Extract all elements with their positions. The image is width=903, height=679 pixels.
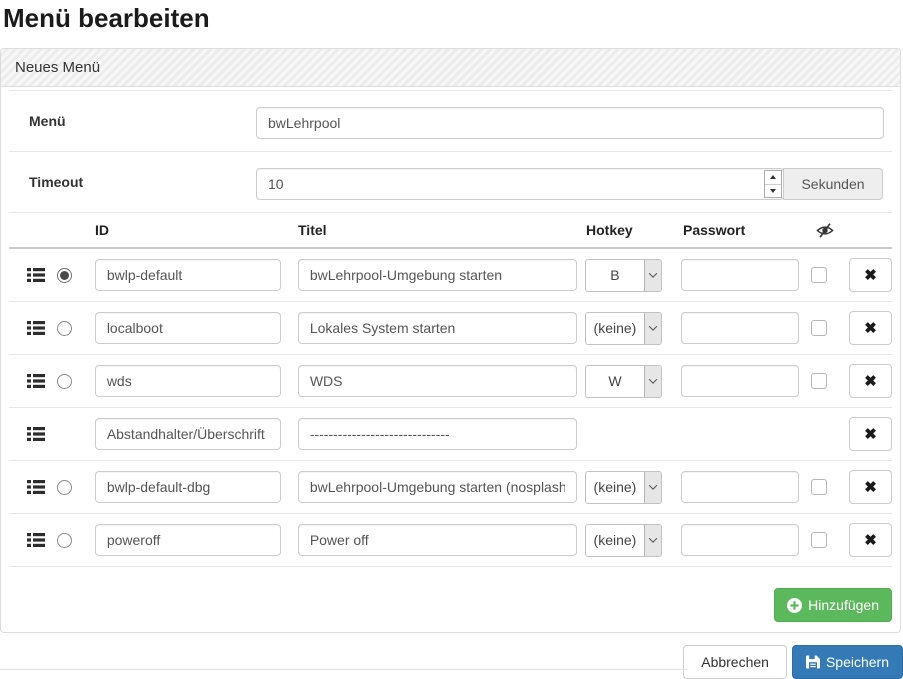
entry-hotkey-select[interactable]: (keine) bbox=[585, 312, 663, 345]
drag-handle-icon[interactable] bbox=[9, 427, 45, 441]
spinner-down-icon[interactable] bbox=[765, 185, 781, 198]
drag-handle-icon[interactable] bbox=[9, 374, 45, 388]
entry-hotkey-select[interactable]: (keine) bbox=[585, 524, 663, 557]
entry-password-input[interactable] bbox=[681, 471, 799, 503]
chevron-down-icon bbox=[644, 366, 661, 397]
delete-x-icon: ✖ bbox=[864, 531, 877, 549]
entry-hidden-checkbox[interactable] bbox=[811, 532, 827, 548]
entry-hidden-checkbox[interactable] bbox=[811, 479, 827, 495]
drag-handle-icon[interactable] bbox=[9, 268, 45, 282]
add-entry-button[interactable]: Hinzufügen bbox=[774, 588, 892, 622]
timeout-input-group bbox=[256, 168, 784, 200]
entry-title-input[interactable] bbox=[298, 365, 577, 397]
plus-circle-icon bbox=[787, 598, 802, 613]
entry-hotkey-select[interactable]: (keine) bbox=[585, 471, 663, 504]
default-entry-radio[interactable] bbox=[57, 374, 72, 389]
table-row: B ✖ bbox=[9, 249, 892, 302]
entry-title-input[interactable] bbox=[298, 524, 577, 556]
timeout-label: Timeout bbox=[9, 168, 256, 200]
delete-entry-button[interactable]: ✖ bbox=[849, 417, 892, 451]
delete-entry-button[interactable]: ✖ bbox=[849, 258, 892, 292]
spinner-up-icon[interactable] bbox=[765, 171, 781, 185]
panel-heading: Neues Menü bbox=[1, 49, 900, 87]
page-title: Menü bearbeiten bbox=[3, 3, 903, 33]
entry-id-input[interactable] bbox=[95, 471, 281, 503]
entry-hidden-checkbox[interactable] bbox=[811, 373, 827, 389]
add-row: Hinzufügen bbox=[9, 567, 892, 622]
table-row: W ✖ bbox=[9, 355, 892, 408]
delete-x-icon: ✖ bbox=[864, 425, 877, 443]
delete-entry-button[interactable]: ✖ bbox=[849, 364, 892, 398]
drag-handle-icon[interactable] bbox=[9, 321, 45, 335]
entry-title-input[interactable] bbox=[298, 312, 577, 344]
column-header-titel: Titel bbox=[298, 222, 586, 239]
delete-x-icon: ✖ bbox=[864, 266, 877, 284]
menu-edit-panel: Neues Menü Menü Timeout Sekunden ID bbox=[0, 48, 901, 633]
drag-handle-icon[interactable] bbox=[9, 533, 45, 547]
delete-x-icon: ✖ bbox=[864, 478, 877, 496]
entry-id-input[interactable] bbox=[95, 418, 281, 450]
entry-hotkey-select[interactable]: B bbox=[585, 259, 663, 292]
footer-actions: Abbrechen Speichern bbox=[0, 645, 903, 679]
default-entry-radio[interactable] bbox=[57, 533, 72, 548]
entry-id-input[interactable] bbox=[95, 259, 281, 291]
table-row: (keine) ✖ bbox=[9, 514, 892, 567]
chevron-down-icon bbox=[644, 313, 661, 344]
eye-slash-icon bbox=[816, 222, 834, 239]
column-header-hotkey: Hotkey bbox=[586, 222, 683, 239]
column-header-hidden bbox=[813, 222, 851, 239]
chevron-down-icon bbox=[644, 472, 661, 503]
menu-name-label: Menü bbox=[9, 107, 256, 139]
chevron-down-icon bbox=[644, 525, 661, 556]
entry-title-input[interactable] bbox=[298, 471, 577, 503]
timeout-unit-addon: Sekunden bbox=[783, 168, 883, 200]
delete-entry-button[interactable]: ✖ bbox=[849, 311, 892, 345]
entry-hotkey-select[interactable]: W bbox=[585, 365, 663, 398]
table-row: (keine) ✖ bbox=[9, 302, 892, 355]
floppy-disk-icon bbox=[806, 655, 820, 669]
column-header-passwort: Passwort bbox=[683, 222, 813, 239]
entry-password-input[interactable] bbox=[681, 524, 799, 556]
timeout-input[interactable] bbox=[256, 168, 784, 200]
menu-name-input[interactable] bbox=[256, 107, 884, 139]
entry-title-input[interactable] bbox=[298, 418, 577, 450]
number-spinner[interactable] bbox=[764, 170, 782, 198]
entry-id-input[interactable] bbox=[95, 365, 281, 397]
table-row: ✖ bbox=[9, 408, 892, 461]
delete-x-icon: ✖ bbox=[864, 372, 877, 390]
entry-password-input[interactable] bbox=[681, 259, 799, 291]
default-entry-radio[interactable] bbox=[57, 321, 72, 336]
delete-entry-button[interactable]: ✖ bbox=[849, 523, 892, 557]
entry-hidden-checkbox[interactable] bbox=[811, 267, 827, 283]
entry-password-input[interactable] bbox=[681, 365, 799, 397]
drag-handle-icon[interactable] bbox=[9, 480, 45, 494]
menu-entries-table: ID Titel Hotkey Passwort bbox=[9, 212, 892, 567]
menu-name-row: Menü bbox=[9, 90, 892, 151]
table-row: (keine) ✖ bbox=[9, 461, 892, 514]
entries-header: ID Titel Hotkey Passwort bbox=[9, 213, 892, 249]
entry-hidden-checkbox[interactable] bbox=[811, 320, 827, 336]
save-button[interactable]: Speichern bbox=[792, 645, 903, 679]
entry-id-input[interactable] bbox=[95, 312, 281, 344]
entry-title-input[interactable] bbox=[298, 259, 577, 291]
default-entry-radio[interactable] bbox=[57, 480, 72, 495]
panel-body: Menü Timeout Sekunden ID Titel Hotkey bbox=[1, 87, 900, 632]
delete-entry-button[interactable]: ✖ bbox=[849, 470, 892, 504]
default-entry-radio[interactable] bbox=[57, 268, 72, 283]
timeout-row: Timeout Sekunden bbox=[9, 151, 892, 212]
chevron-down-icon bbox=[644, 260, 661, 291]
column-header-id: ID bbox=[95, 222, 298, 239]
delete-x-icon: ✖ bbox=[864, 319, 877, 337]
entry-password-input[interactable] bbox=[681, 312, 799, 344]
entry-id-input[interactable] bbox=[95, 524, 281, 556]
cancel-button[interactable]: Abbrechen bbox=[683, 645, 787, 679]
